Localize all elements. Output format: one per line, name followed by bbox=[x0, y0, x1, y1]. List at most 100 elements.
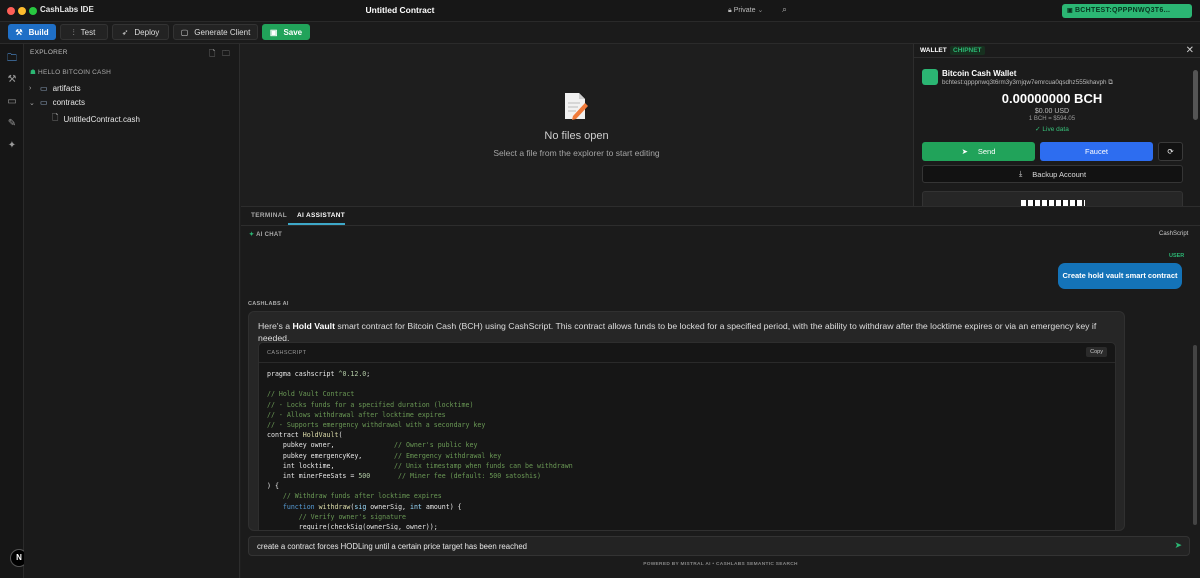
save-button[interactable]: ▣ Save bbox=[262, 24, 310, 40]
empty-editor-title: No files open bbox=[544, 130, 609, 142]
faucet-label: Faucet bbox=[1085, 147, 1108, 156]
ai-text-bold: Hold Vault bbox=[292, 321, 335, 331]
chevron-down-icon: ⌄ bbox=[757, 7, 764, 14]
tree-item-label: UntitledContract.cash bbox=[63, 114, 140, 124]
live-data-status: ✓ Live data bbox=[1035, 126, 1069, 133]
generate-client-label: Generate Client bbox=[194, 28, 251, 37]
folder-icon: ▭ bbox=[40, 84, 48, 93]
window-maximize-button[interactable] bbox=[29, 7, 37, 15]
bitcoin-cash-icon: ☗ bbox=[30, 69, 37, 76]
code-language-label: CASHSCRIPT bbox=[267, 350, 307, 356]
project-name: ☗ HELLO BITCOIN CASH bbox=[30, 68, 111, 76]
ai-text-part: smart contract for Bitcoin Cash (BCH) us… bbox=[258, 321, 1097, 343]
chat-icon[interactable]: ▭ bbox=[6, 96, 18, 108]
window-close-button[interactable] bbox=[7, 7, 15, 15]
test-label: Test bbox=[80, 28, 96, 37]
ide-window: CashLabs IDE Untitled Contract 🔒︎ Privat… bbox=[0, 0, 1200, 578]
code-block-header: CASHSCRIPT Copy bbox=[259, 343, 1115, 363]
explorer-header: EXPLORER bbox=[30, 49, 68, 56]
wallet-icon: ▣ bbox=[1067, 8, 1075, 14]
document-title: Untitled Contract bbox=[365, 5, 435, 15]
build-label: Build bbox=[28, 28, 49, 37]
search-icon[interactable]: ⌕ bbox=[782, 4, 787, 15]
files-icon[interactable]: 🗀 bbox=[6, 53, 18, 65]
send-icon[interactable]: ➤ bbox=[1174, 540, 1182, 551]
download-icon: ⤓ bbox=[1018, 169, 1023, 178]
wallet-address-text: bchtest:qpppnwq3t6rm3y3rnjqw7emrcua0qsdh… bbox=[942, 79, 1107, 86]
tree-item-contracts[interactable]: ⌄ ▭ contracts bbox=[29, 98, 85, 107]
wallet-balance: 0.00000000 BCH bbox=[1001, 91, 1103, 106]
powered-by-footer: POWERED BY MISTRAL AI • CASHLABS SEMANTI… bbox=[643, 562, 798, 567]
tab-ai-assistant[interactable]: AI ASSISTANT bbox=[297, 212, 345, 219]
document-pencil-icon bbox=[565, 93, 588, 120]
refresh-icon: ⟳ bbox=[1167, 147, 1174, 156]
test-button[interactable]: ⫶ Test bbox=[60, 24, 108, 40]
wallet-address: bchtest:qpppnwq3t6rm3y3rnjqw7emrcua0qsdh… bbox=[942, 79, 1113, 87]
editor-area: No files open Select a file from the exp… bbox=[241, 44, 912, 206]
toolbar: ⚒ Build ⫶ Test ➶ Deploy ▢ Generate Client ▣ S… bbox=[0, 22, 1200, 44]
tree-item-label: artifacts bbox=[52, 84, 81, 93]
privacy-dropdown[interactable]: 🔒︎ Private ⌄ bbox=[728, 6, 763, 15]
test-tube-icon: ⫶ bbox=[72, 28, 75, 37]
build-button[interactable]: ⚒ Build bbox=[8, 24, 56, 40]
wrench-icon[interactable]: ✎ bbox=[6, 118, 18, 130]
user-label: USER bbox=[1169, 253, 1185, 259]
backup-account-button[interactable]: ⤓ Backup Account bbox=[922, 165, 1183, 183]
sparkle-icon[interactable]: ✦ bbox=[6, 140, 18, 152]
wallet-scrollbar[interactable] bbox=[1193, 70, 1198, 120]
chat-scrollbar[interactable] bbox=[1193, 345, 1197, 525]
wallet-logo-icon bbox=[922, 69, 938, 85]
wallet-tabs: WALLET CHIPNET ✕ bbox=[914, 44, 1200, 58]
code-content: pragma cashscript ^0.12.0; // Hold Vault… bbox=[267, 370, 573, 531]
send-icon: ➤ bbox=[961, 147, 968, 156]
rocket-icon: ➶ bbox=[121, 28, 129, 37]
network-badge: CHIPNET bbox=[950, 46, 985, 55]
file-icon: 🗋 bbox=[52, 113, 59, 122]
privacy-label: Private bbox=[733, 7, 756, 14]
tree-item-artifacts[interactable]: › ▭ artifacts bbox=[29, 84, 81, 93]
backup-label: Backup Account bbox=[1032, 169, 1087, 179]
bottom-panel: TERMINAL AI ASSISTANT ✦ AI CHAT CashScri… bbox=[241, 206, 1200, 578]
window-minimize-button[interactable] bbox=[18, 7, 26, 15]
project-name-label: HELLO BITCOIN CASH bbox=[38, 69, 111, 76]
window-icon: ▢ bbox=[180, 28, 189, 37]
faucet-button[interactable]: Faucet bbox=[1040, 142, 1153, 161]
explorer-panel: EXPLORER 🗋 🗀 ☗ HELLO BITCOIN CASH › ▭ ar… bbox=[24, 44, 240, 578]
wallet-usd-value: $0.00 USD bbox=[1034, 108, 1070, 115]
language-label: CashScript bbox=[1159, 231, 1189, 237]
wallet-address-badge[interactable]: ▣ BCHTEST:QPPPNWQ3T6... bbox=[1062, 4, 1192, 18]
copy-button[interactable]: Copy bbox=[1086, 347, 1107, 357]
chevron-down-icon: ⌄ bbox=[29, 99, 35, 107]
save-label: Save bbox=[283, 28, 303, 37]
user-message: Create hold vault smart contract bbox=[1058, 263, 1182, 289]
app-title: CashLabs IDE bbox=[40, 5, 94, 14]
copy-icon[interactable]: ⧉ bbox=[1108, 79, 1113, 86]
code-block: CASHSCRIPT Copy pragma cashscript ^0.12.… bbox=[258, 342, 1116, 531]
new-folder-icon[interactable]: 🗀 bbox=[222, 48, 230, 62]
activity-bar: 🗀 ⚒ ▭ ✎ ✦ bbox=[0, 44, 24, 578]
ai-message-text: Here's a Hold Vault smart contract for B… bbox=[258, 320, 1124, 344]
generate-client-button[interactable]: ▢ Generate Client bbox=[173, 24, 258, 40]
deploy-label: Deploy bbox=[134, 28, 160, 37]
send-button[interactable]: ➤ Send bbox=[922, 142, 1035, 161]
lock-icon: 🔒︎ bbox=[728, 7, 732, 14]
chevron-right-icon: › bbox=[29, 85, 32, 92]
ai-chat-header[interactable]: ✦ AI CHAT bbox=[249, 231, 282, 238]
sparkle-icon: ✦ bbox=[249, 232, 255, 238]
tree-item-untitled-contract[interactable]: 🗋 UntitledContract.cash bbox=[52, 112, 140, 126]
deploy-button[interactable]: ➶ Deploy bbox=[112, 24, 169, 40]
ai-label: CASHLABS AI bbox=[248, 301, 289, 307]
build-tools-icon[interactable]: ⚒ bbox=[6, 74, 18, 86]
tab-divider bbox=[241, 225, 1200, 226]
new-file-icon[interactable]: 🗋 bbox=[209, 48, 215, 62]
tab-terminal[interactable]: TERMINAL bbox=[251, 212, 287, 219]
chat-input-value: create a contract forces HODLing until a… bbox=[257, 542, 528, 551]
empty-editor-subtitle: Select a file from the explorer to start… bbox=[493, 148, 660, 158]
tab-wallet[interactable]: WALLET bbox=[920, 47, 947, 54]
ai-text-part: Here's a bbox=[258, 321, 293, 331]
save-icon: ▣ bbox=[269, 28, 278, 37]
hammer-icon: ⚒ bbox=[15, 28, 23, 37]
refresh-button[interactable]: ⟳ bbox=[1158, 142, 1183, 161]
chat-input[interactable]: create a contract forces HODLing until a… bbox=[248, 536, 1190, 556]
close-icon[interactable]: ✕ bbox=[1186, 45, 1194, 56]
